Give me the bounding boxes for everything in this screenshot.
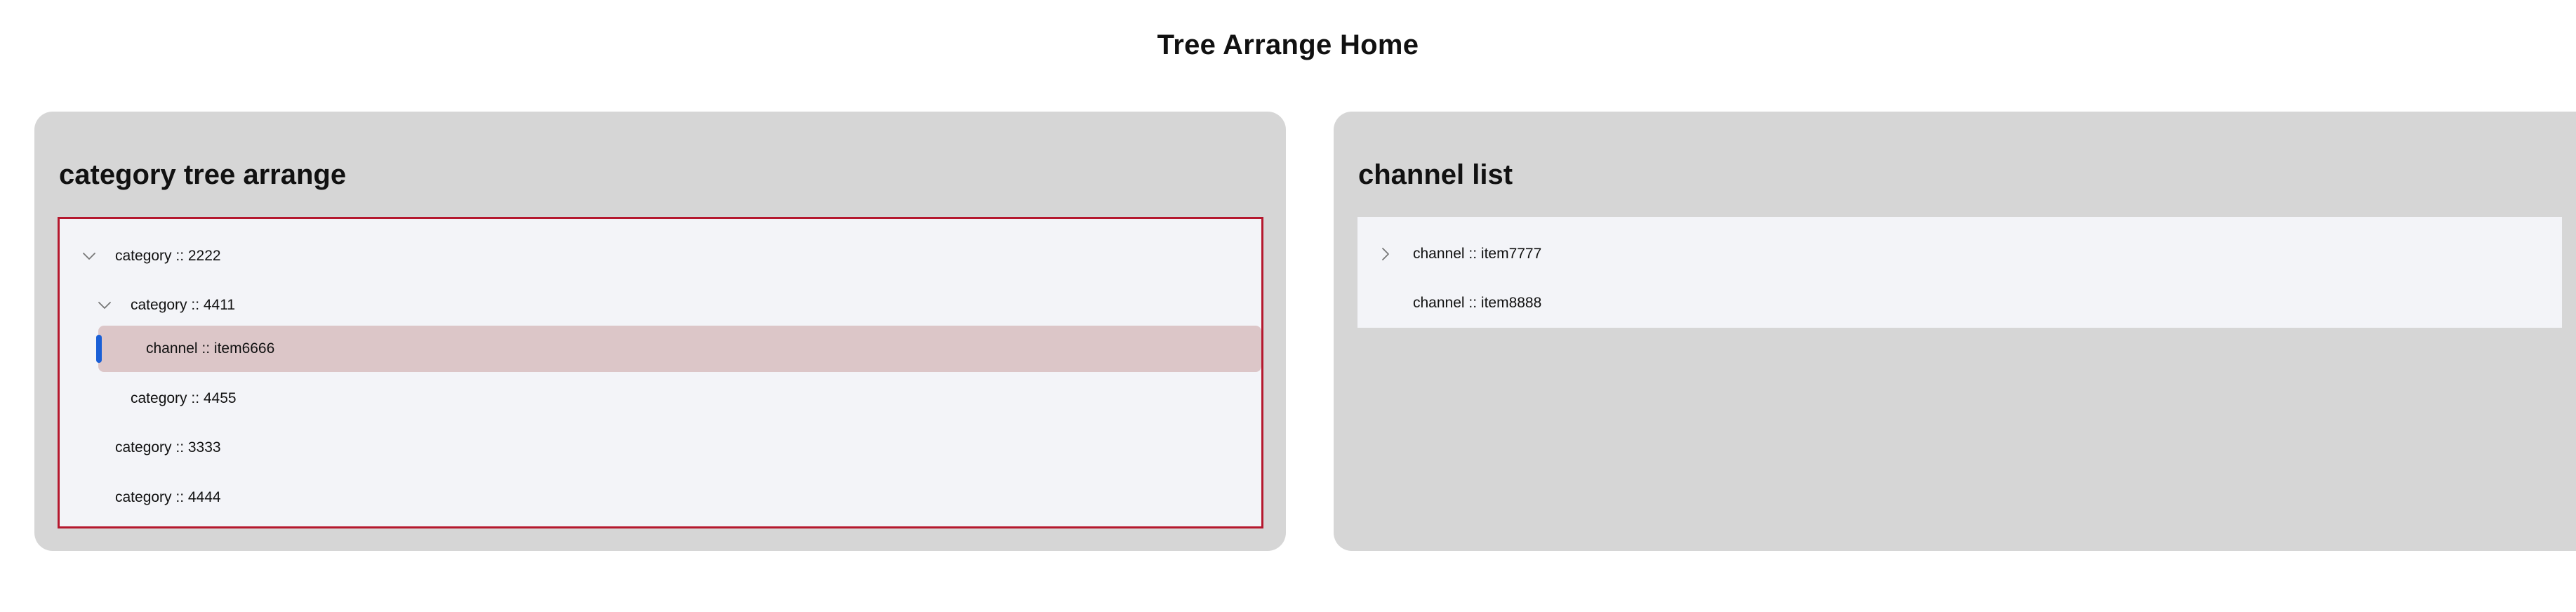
channel-list-title: channel list: [1358, 159, 1513, 190]
tree-item-category-3333[interactable]: category :: 3333: [60, 425, 1261, 471]
list-item-label: channel :: item7777: [1413, 246, 1542, 262]
tree-item-label: channel :: item6666: [146, 340, 275, 357]
selection-indicator: [96, 335, 102, 363]
chevron-down-icon[interactable]: [81, 248, 98, 265]
tree-item-label: category :: 4444: [115, 489, 221, 505]
chevron-down-icon[interactable]: [96, 297, 113, 314]
tree-item-category-4455[interactable]: category :: 4455: [60, 375, 1261, 422]
tree-item-category-4444[interactable]: category :: 4444: [60, 474, 1261, 521]
tree-item-channel-item6666[interactable]: channel :: item6666: [60, 326, 1261, 372]
list-item-channel-item7777[interactable]: channel :: item7777: [1357, 231, 2562, 277]
tree-item-label: category :: 4455: [131, 390, 237, 406]
tree-item-category-2222[interactable]: category :: 2222: [60, 233, 1261, 279]
tree-item-label: category :: 4411: [131, 297, 236, 313]
list-item-channel-item8888[interactable]: channel :: item8888: [1357, 280, 2562, 326]
channel-list-panel: channel list channel :: item7777 channel…: [1334, 112, 2576, 551]
category-tree-panel: category tree arrange category :: 2222 c…: [34, 112, 1286, 551]
page-title: Tree Arrange Home: [1157, 29, 1419, 60]
tree-item-category-4411[interactable]: category :: 4411: [60, 282, 1261, 328]
category-tree[interactable]: category :: 2222 category :: 4411 channe…: [58, 217, 1263, 528]
list-item-label: channel :: item8888: [1413, 295, 1542, 311]
tree-item-label: category :: 2222: [115, 248, 221, 264]
tree-item-label: category :: 3333: [115, 439, 221, 455]
chevron-right-icon[interactable]: [1377, 246, 1394, 262]
channel-list[interactable]: channel :: item7777 channel :: item8888: [1357, 217, 2562, 328]
category-tree-title: category tree arrange: [59, 159, 347, 190]
